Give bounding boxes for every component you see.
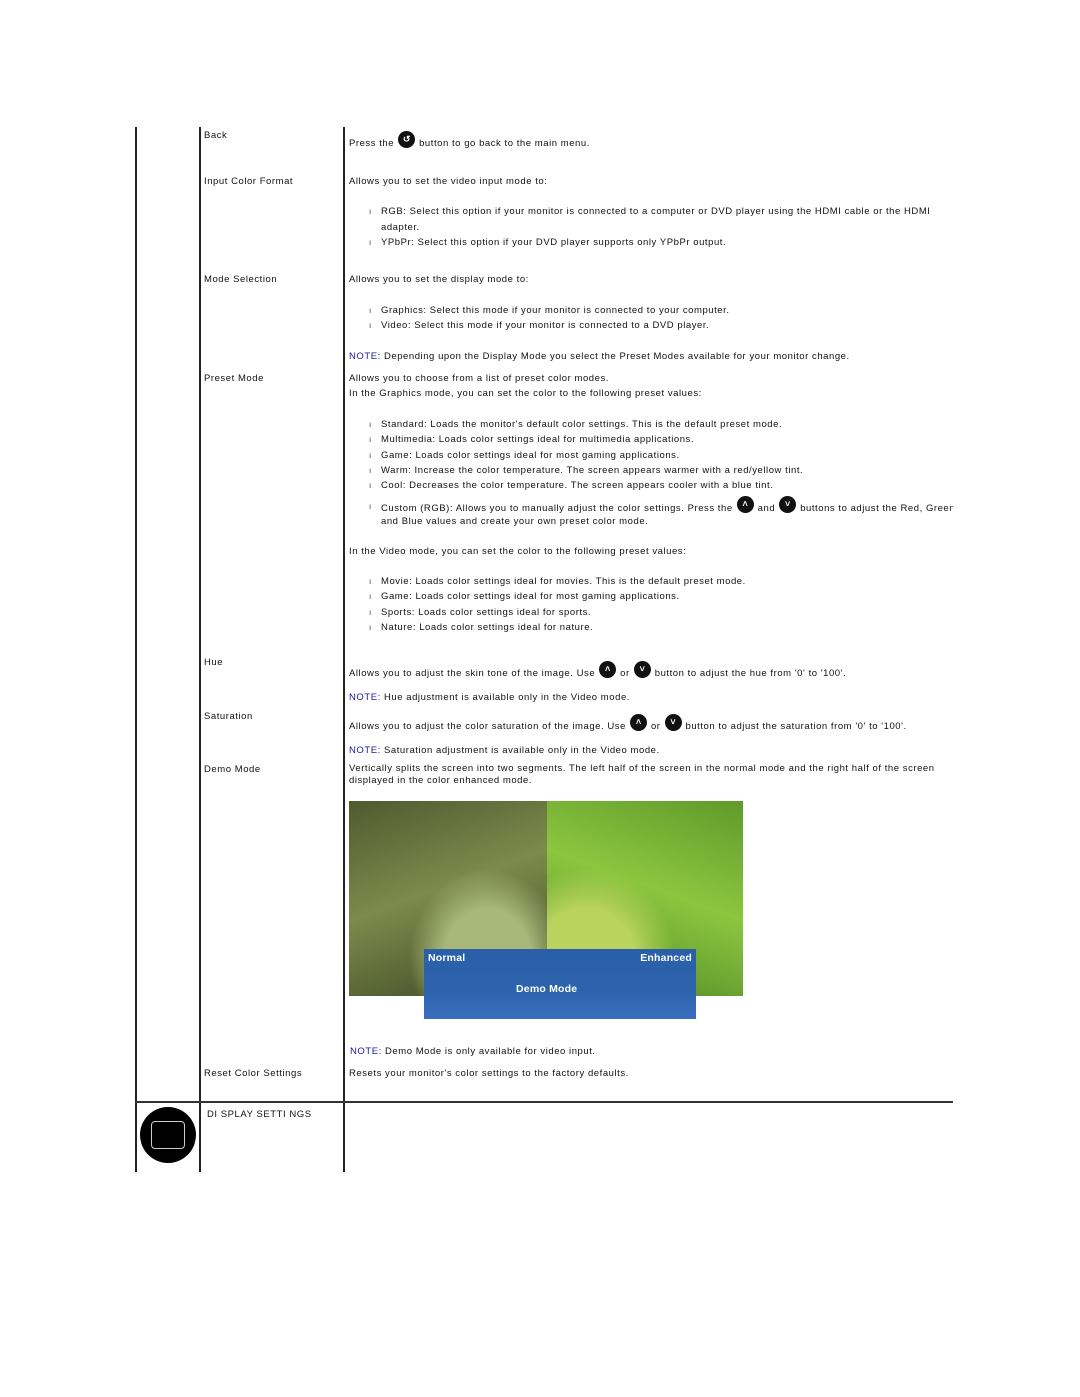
demo-mode-image: Normal Enhanced Demo Mode [349,801,743,1019]
bullet: ı [369,466,372,475]
demo-mode-title: Demo Mode [516,983,578,995]
page: Back Input Color Format Mode Selection P… [0,0,1080,1397]
text: or [650,721,661,732]
graphics-option: Graphics: Select this mode if your monit… [381,305,730,316]
back-desc: Press the ↺ button to go back to the main … [349,131,590,153]
text: or [620,668,630,679]
bullet: ı [369,592,372,601]
row-label-preset-mode: Preset Mode [204,373,264,384]
bullet: ı [369,306,372,315]
saturation-desc: Allows you to adjust the color saturatio… [349,714,907,736]
text: buttons to adjust the Red, Green, [800,503,953,514]
preset-multimedia: Multimedia: Loads color settings ideal f… [381,434,695,445]
input-color-intro: Allows you to set the video input mode t… [349,176,548,187]
text: button to adjust the saturation from '0'… [685,721,907,732]
down-arrow-icon: ˅ [664,714,682,731]
enhanced-label: Enhanced [640,952,692,964]
content-column: Press the ↺ button to go back to the main … [345,120,953,1120]
section-label-display-settings: DI SPLAY SETTI NGS [207,1109,312,1120]
preset-warm: Warm: Increase the color temperature. Th… [381,465,804,476]
preset-sports: Sports: Loads color settings ideal for s… [381,607,592,618]
hue-desc: Allows you to adjust the skin tone of th… [349,661,847,683]
bullet: ı [369,238,372,247]
normal-label: Normal [428,952,466,964]
display-settings-icon[interactable] [140,1107,196,1163]
up-arrow-icon: ˄ [599,661,617,678]
note-label: NOTE: [349,351,381,362]
rgb-option-cont: adapter. [381,222,420,233]
preset-game: Game: Loads color settings ideal for mos… [381,450,680,461]
row-label-hue: Hue [204,657,224,668]
back-icon: ↺ [398,131,416,148]
bullet: ı [369,207,372,216]
text: button to go back to the main menu. [419,138,590,149]
bullet: ı [369,623,372,632]
text: button to adjust the hue from '0' to '10… [654,668,847,679]
bullet: ı [369,481,372,490]
preset-movie: Movie: Loads color settings ideal for mo… [381,576,746,587]
note-text: Hue adjustment is available only in the … [383,692,630,703]
bullet: ı [369,577,372,586]
row-label-back: Back [204,130,228,141]
preset-standard: Standard: Loads the monitor's default co… [381,419,783,430]
preset-intro: Allows you to choose from a list of pres… [349,373,609,384]
row-label-reset-color: Reset Color Settings [204,1068,303,1079]
row-label-mode-selection: Mode Selection [204,274,278,285]
note-label: NOTE: [349,692,381,703]
down-arrow-icon: ˅ [633,661,651,678]
table-border [199,127,201,1172]
rgb-option: RGB: Select this option if your monitor … [381,206,931,217]
row-label-demo-mode: Demo Mode [204,764,261,775]
demo-mode-overlay: Normal Enhanced Demo Mode [424,949,696,1019]
preset-nature: Nature: Loads color settings ideal for n… [381,622,594,633]
text: Custom (RGB): Allows you to manually adj… [381,503,733,514]
mode-note: NOTE: Depending upon the Display Mode yo… [349,351,850,363]
preset-video-intro: In the Video mode, you can set the color… [349,546,687,557]
row-label-input-color-format: Input Color Format [204,176,294,187]
note-text: Saturation adjustment is available only … [383,745,660,756]
note-label: NOTE: [349,745,381,756]
note-text: Depending upon the Display Mode you sele… [383,351,850,362]
text: Allows you to adjust the color saturatio… [349,721,626,732]
preset-cool: Cool: Decreases the color temperature. T… [381,480,774,491]
demo-desc: Vertically splits the screen into two se… [349,763,935,774]
note-label: NOTE: [350,1046,382,1057]
bullet: ı [369,420,372,429]
up-arrow-icon: ˄ [736,496,754,513]
video-option: Video: Select this mode if your monitor … [381,320,710,331]
up-arrow-icon: ˄ [629,714,647,731]
ypbpr-option: YPbPr: Select this option if your DVD pl… [381,237,727,248]
reset-desc: Resets your monitor's color settings to … [349,1068,629,1079]
preset-custom-cont: and Blue values and create your own pres… [381,516,649,527]
saturation-note: NOTE: Saturation adjustment is available… [349,745,660,757]
text: and [757,503,776,514]
note-text: Demo Mode is only available for video in… [384,1046,596,1057]
mode-intro: Allows you to set the display mode to: [349,274,529,285]
bullet: ı [369,435,372,444]
table-border [135,127,137,1172]
row-label-saturation: Saturation [204,711,253,722]
bullet: ı [369,451,372,460]
demo-desc-cont: displayed in the color enhanced mode. [349,775,533,786]
down-arrow-icon: ˅ [779,496,797,513]
bullet: ı [369,502,372,511]
preset-video-game: Game: Loads color settings ideal for mos… [381,591,680,602]
text: Allows you to adjust the skin tone of th… [349,668,596,679]
text: Press the [349,138,395,149]
bullet: ı [369,608,372,617]
preset-graphics-intro: In the Graphics mode, you can set the co… [349,388,702,399]
hue-note: NOTE: Hue adjustment is available only i… [349,692,630,704]
demo-note: NOTE: Demo Mode is only available for vi… [350,1046,596,1058]
bullet: ı [369,321,372,330]
